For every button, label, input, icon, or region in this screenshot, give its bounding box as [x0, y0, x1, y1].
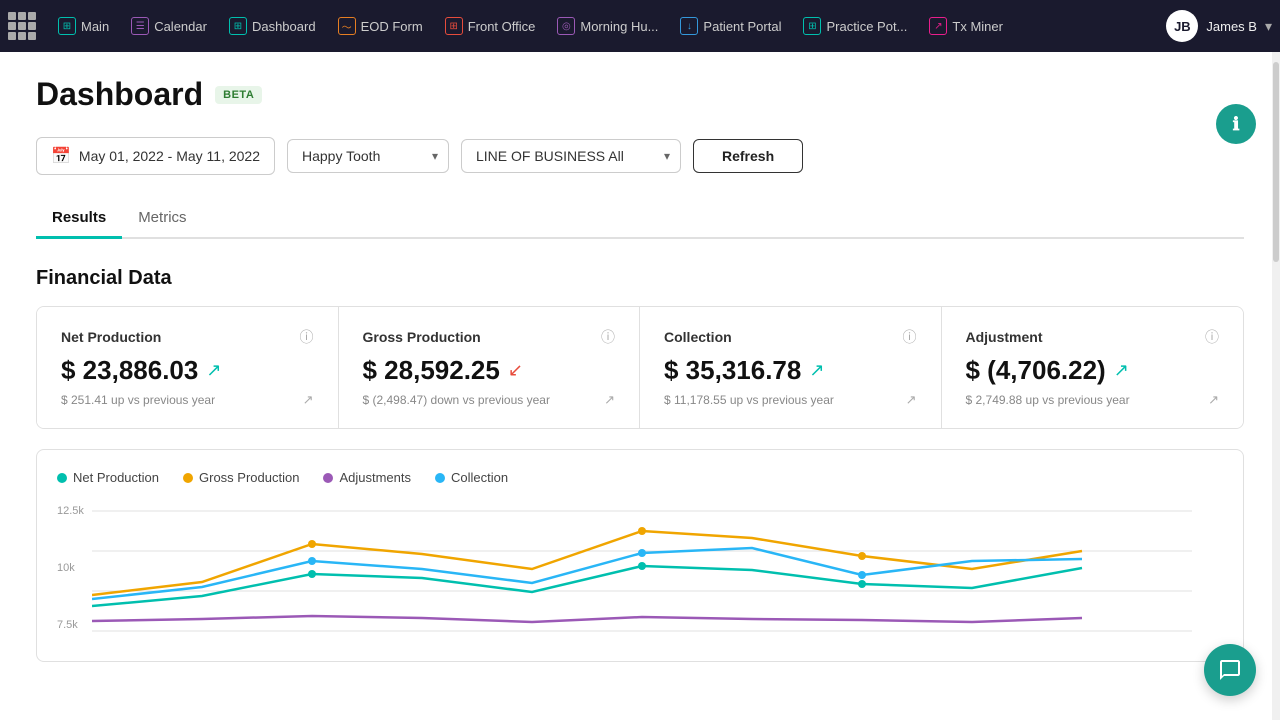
trend-icon-net-production: ↗	[206, 360, 221, 381]
patient-portal-icon: ↓	[680, 17, 698, 35]
practice-select[interactable]: Happy Tooth	[288, 140, 448, 172]
expand-gross-production[interactable]: ↗	[604, 392, 615, 408]
nav-tab-front-office[interactable]: ⊞ Front Office	[435, 13, 546, 39]
trend-icon-adjustment: ↗	[1114, 360, 1129, 381]
metric-cards-grid: Net Production ⓘ $ 23,886.03 ↗ $ 251.41 …	[36, 306, 1244, 429]
filter-row: 📅 May 01, 2022 - May 11, 2022 Happy Toot…	[36, 137, 1244, 175]
nav-label-main: Main	[81, 19, 109, 34]
legend-dot-net-production	[57, 473, 67, 483]
metric-info-collection[interactable]: ⓘ	[903, 327, 917, 347]
nav-tab-practice-pot[interactable]: ⊞ Practice Pot...	[793, 13, 917, 39]
legend-dot-gross-production	[183, 473, 193, 483]
metric-value-net-production: $ 23,886.03	[61, 355, 198, 386]
page-header: Dashboard BETA	[36, 76, 1244, 113]
tx-miner-icon: ↗	[929, 17, 947, 35]
scrollbar[interactable]	[1272, 52, 1280, 720]
morning-hu-icon: ◎	[557, 17, 575, 35]
nav-label-patient-portal: Patient Portal	[703, 19, 781, 34]
y-axis-labels: 12.5k 10k 7.5k	[57, 501, 84, 631]
date-range-picker[interactable]: 📅 May 01, 2022 - May 11, 2022	[36, 137, 275, 175]
legend-dot-collection	[435, 473, 445, 483]
metric-info-adjustment[interactable]: ⓘ	[1205, 327, 1219, 347]
lob-select-arrow: ▾	[664, 149, 670, 163]
lob-selector[interactable]: LINE OF BUSINESS All General Ortho Pedia…	[461, 139, 681, 173]
legend-gross-production: Gross Production	[183, 470, 299, 485]
nav-tab-main[interactable]: ⊞ Main	[48, 13, 119, 39]
nav-tab-patient-portal[interactable]: ↓ Patient Portal	[670, 13, 791, 39]
metric-value-gross-production: $ 28,592.25	[363, 355, 500, 386]
metric-card-collection: Collection ⓘ $ 35,316.78 ↗ $ 11,178.55 u…	[640, 307, 942, 428]
metric-name-gross-production: Gross Production	[363, 329, 481, 345]
chart-body: 12.5k 10k 7.5k	[57, 501, 1223, 641]
metric-info-net-production[interactable]: ⓘ	[300, 327, 314, 347]
scrollbar-thumb[interactable]	[1273, 62, 1279, 262]
main-icon: ⊞	[58, 17, 76, 35]
trend-icon-gross-production: ↙	[508, 360, 523, 381]
nav-tab-eod-form[interactable]: 〜 EOD Form	[328, 13, 433, 39]
user-menu-chevron[interactable]: ▾	[1265, 18, 1272, 35]
date-range-value: May 01, 2022 - May 11, 2022	[79, 148, 260, 164]
app-grid-icon[interactable]	[8, 12, 36, 40]
metric-info-gross-production[interactable]: ⓘ	[601, 327, 615, 347]
info-button[interactable]: ℹ	[1216, 104, 1256, 144]
metric-sub-collection: $ 11,178.55 up vs previous year	[664, 393, 834, 407]
nav-label-front-office: Front Office	[468, 19, 536, 34]
beta-badge: BETA	[215, 86, 262, 104]
front-office-icon: ⊞	[445, 17, 463, 35]
expand-net-production[interactable]: ↗	[303, 392, 314, 408]
lob-select[interactable]: LINE OF BUSINESS All General Ortho Pedia…	[462, 140, 661, 172]
expand-collection[interactable]: ↗	[906, 392, 917, 408]
user-area: JB James B ▾	[1166, 10, 1272, 42]
nav-label-dashboard: Dashboard	[252, 19, 316, 34]
main-content: Dashboard BETA ℹ 📅 May 01, 2022 - May 11…	[0, 52, 1280, 686]
metric-value-collection: $ 35,316.78	[664, 355, 801, 386]
practice-pot-icon: ⊞	[803, 17, 821, 35]
topnav: ⊞ Main ☰ Calendar ⊞ Dashboard 〜 EOD Form…	[0, 0, 1280, 52]
tab-bar: Results Metrics	[36, 199, 1244, 239]
nav-tab-tx-miner[interactable]: ↗ Tx Miner	[919, 13, 1013, 39]
tab-results[interactable]: Results	[36, 199, 122, 239]
nav-label-tx-miner: Tx Miner	[952, 19, 1003, 34]
nav-label-practice-pot: Practice Pot...	[826, 19, 907, 34]
financial-section-title: Financial Data	[36, 267, 1244, 290]
expand-adjustment[interactable]: ↗	[1208, 392, 1219, 408]
metric-name-net-production: Net Production	[61, 329, 161, 345]
user-name: James B	[1206, 19, 1257, 34]
dashboard-icon: ⊞	[229, 17, 247, 35]
financial-chart: Net Production Gross Production Adjustme…	[36, 449, 1244, 662]
practice-selector[interactable]: Happy Tooth ▾	[287, 139, 449, 173]
nav-tab-morning-hu[interactable]: ◎ Morning Hu...	[547, 13, 668, 39]
legend-collection: Collection	[435, 470, 508, 485]
metric-card-gross-production: Gross Production ⓘ $ 28,592.25 ↙ $ (2,49…	[339, 307, 641, 428]
chart-legend: Net Production Gross Production Adjustme…	[57, 470, 1223, 485]
metric-name-adjustment: Adjustment	[966, 329, 1043, 345]
legend-adjustments: Adjustments	[323, 470, 411, 485]
legend-net-production: Net Production	[57, 470, 159, 485]
chat-button[interactable]	[1204, 644, 1256, 696]
trend-icon-collection: ↗	[809, 360, 824, 381]
metric-name-collection: Collection	[664, 329, 732, 345]
legend-dot-adjustments	[323, 473, 333, 483]
metric-sub-gross-production: $ (2,498.47) down vs previous year	[363, 393, 550, 407]
metric-sub-adjustment: $ 2,749.88 up vs previous year	[966, 393, 1130, 407]
nav-label-eod-form: EOD Form	[361, 19, 423, 34]
nav-label-morning-hu: Morning Hu...	[580, 19, 658, 34]
eod-form-icon: 〜	[338, 17, 356, 35]
metric-card-net-production: Net Production ⓘ $ 23,886.03 ↗ $ 251.41 …	[37, 307, 339, 428]
financial-section: Financial Data Net Production ⓘ $ 23,886…	[36, 267, 1244, 662]
calendar-icon: ☰	[131, 17, 149, 35]
nav-tab-calendar[interactable]: ☰ Calendar	[121, 13, 217, 39]
chart-svg	[92, 501, 1192, 641]
metric-card-adjustment: Adjustment ⓘ $ (4,706.22) ↗ $ 2,749.88 u…	[942, 307, 1244, 428]
metric-value-adjustment: $ (4,706.22)	[966, 355, 1106, 386]
metric-sub-net-production: $ 251.41 up vs previous year	[61, 393, 215, 407]
calendar-icon: 📅	[51, 146, 71, 166]
chat-icon	[1218, 658, 1242, 682]
nav-tab-dashboard[interactable]: ⊞ Dashboard	[219, 13, 326, 39]
page-title: Dashboard	[36, 76, 203, 113]
nav-label-calendar: Calendar	[154, 19, 207, 34]
refresh-button[interactable]: Refresh	[693, 139, 803, 173]
tab-metrics[interactable]: Metrics	[122, 199, 202, 239]
avatar[interactable]: JB	[1166, 10, 1198, 42]
